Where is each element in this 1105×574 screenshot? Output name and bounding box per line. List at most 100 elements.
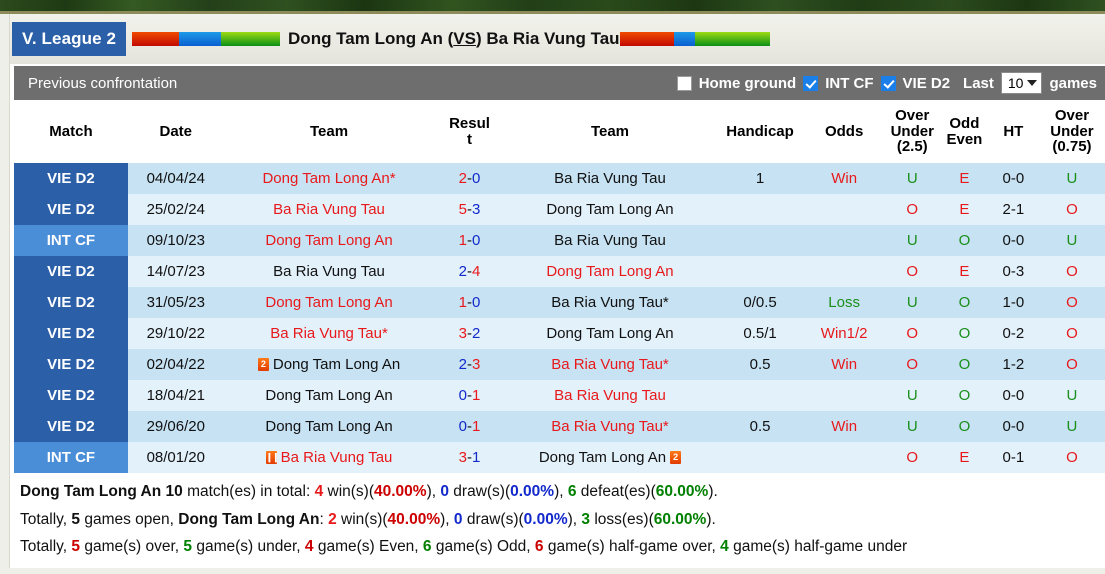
column-header-result[interactable]: Resul t — [434, 100, 505, 163]
home-ground-checkbox[interactable] — [676, 75, 692, 91]
cell-away-team[interactable]: Ba Ria Vung Tau — [504, 163, 716, 194]
cell-odd-even: O — [940, 318, 988, 349]
cell-half-time-score: 0-2 — [987, 318, 1039, 349]
summary2-sep-2: ), — [567, 510, 582, 528]
cell-over-under-25: U — [883, 225, 941, 256]
result-away-score: 0 — [472, 294, 481, 311]
cell-odds: Loss — [804, 287, 884, 318]
cell-over-under-075: O — [1038, 194, 1105, 225]
cell-away-team[interactable]: Dong Tam Long An — [504, 256, 716, 287]
match-title-close-paren: ) — [475, 29, 487, 48]
cell-odd-even: E — [940, 442, 988, 473]
cell-away-team[interactable]: Dong Tam Long An — [504, 318, 716, 349]
cell-home-team[interactable]: Ba Ria Vung Tau — [223, 256, 435, 287]
table-header-row: Match Date Team Resul t Team Handicap Od… — [14, 100, 1105, 163]
cell-away-team[interactable]: Ba Ria Vung Tau* — [504, 349, 716, 380]
cell-over-under-075: U — [1038, 380, 1105, 411]
table-row[interactable]: VIE D2 02/04/22 2 Dong Tam Long An 2-3 Ba Ria… — [14, 349, 1105, 380]
summary2-wins: 2 — [328, 510, 337, 528]
column-header-odds[interactable]: Odds — [804, 100, 884, 163]
result-home-score: 2 — [458, 263, 467, 280]
summary3-over: 5 — [71, 538, 81, 555]
table-row[interactable]: VIE D2 18/04/21 Dong Tam Long An 0-1 Ba Ria … — [14, 380, 1105, 411]
form-segment-draw — [673, 32, 695, 46]
cell-home-team[interactable]: Dong Tam Long An — [223, 411, 435, 442]
table-row[interactable]: VIE D2 04/04/24 Dong Tam Long An* 2-0 Ba Ria… — [14, 163, 1105, 194]
summary3-prefix: Totally, — [20, 538, 72, 555]
summary3-half-under-text: game(s) half-game under — [728, 538, 908, 555]
cell-date: 08/01/20 — [127, 442, 224, 473]
column-header-over-under-075[interactable]: Over Under (0.75) — [1038, 100, 1105, 163]
cell-match-type: VIE D2 — [14, 411, 128, 442]
summary-draws-pct: 0.00% — [510, 483, 555, 500]
cell-handicap: 1 — [715, 163, 805, 194]
cell-home-team[interactable]: Dong Tam Long An — [223, 380, 435, 411]
column-header-home-team[interactable]: Team — [223, 100, 435, 163]
cell-away-team[interactable]: Ba Ria Vung Tau — [504, 225, 716, 256]
cell-over-under-25: U — [883, 380, 941, 411]
table-row[interactable]: VIE D2 29/10/22 Ba Ria Vung Tau* 3-2 Dong Ta… — [14, 318, 1105, 349]
cell-odds — [804, 225, 884, 256]
cell-home-team[interactable]: ❙❙ Ba Ria Vung Tau — [223, 442, 435, 473]
column-header-away-team[interactable]: Team — [504, 100, 716, 163]
cell-away-team[interactable]: Ba Ria Vung Tau* — [504, 411, 716, 442]
red-card-icon: 2 — [670, 451, 682, 464]
result-home-score: 2 — [458, 170, 467, 187]
result-away-score: 0 — [472, 170, 481, 187]
match-title-home-team: Dong Tam Long An — [288, 29, 443, 48]
away-form-bar — [619, 32, 770, 46]
int-cf-checkbox[interactable] — [803, 75, 819, 91]
cell-half-time-score: 0-0 — [987, 380, 1039, 411]
table-row[interactable]: VIE D2 14/07/23 Ba Ria Vung Tau 2-4 Dong Tam… — [14, 256, 1105, 287]
column-header-over-under-25[interactable]: Over Under (2.5) — [883, 100, 941, 163]
cell-odd-even: E — [940, 194, 988, 225]
vie-d2-checkbox[interactable] — [880, 75, 896, 91]
cell-odds: Win — [804, 411, 884, 442]
cell-result: 1-0 — [434, 225, 505, 256]
cell-home-team[interactable]: 2 Dong Tam Long An — [223, 349, 435, 380]
previous-confrontation-toolbar: Previous confrontation Home ground INT C… — [14, 66, 1105, 100]
form-segment-win — [220, 32, 281, 46]
table-row[interactable]: VIE D2 31/05/23 Dong Tam Long An 1-0 Ba Ria … — [14, 287, 1105, 318]
league-badge[interactable]: V. League 2 — [12, 22, 127, 56]
cell-odds — [804, 380, 884, 411]
cell-result: 0-1 — [434, 411, 505, 442]
cell-home-team[interactable]: Dong Tam Long An — [223, 225, 435, 256]
column-header-match[interactable]: Match — [14, 100, 128, 163]
cell-home-team[interactable]: Dong Tam Long An — [223, 287, 435, 318]
column-header-half-time[interactable]: HT — [987, 100, 1039, 163]
summary2-end: ). — [706, 510, 716, 528]
cell-handicap — [715, 256, 805, 287]
cell-home-team[interactable]: Ba Ria Vung Tau — [223, 194, 435, 225]
summary2-prefix: Totally, — [20, 510, 72, 528]
column-header-handicap[interactable]: Handicap — [715, 100, 805, 163]
cell-handicap — [715, 442, 805, 473]
cell-home-team[interactable]: Dong Tam Long An* — [223, 163, 435, 194]
cell-home-team[interactable]: Ba Ria Vung Tau* — [223, 318, 435, 349]
cell-away-team[interactable]: Ba Ria Vung Tau — [504, 380, 716, 411]
last-games-select[interactable]: 10 — [1000, 72, 1043, 94]
cell-half-time-score: 2-1 — [987, 194, 1039, 225]
summary2-wins-pct: 40.00% — [387, 510, 441, 528]
table-row[interactable]: INT CF 09/10/23 Dong Tam Long An 1-0 Ba Ria … — [14, 225, 1105, 256]
cell-result: 3-1 — [434, 442, 505, 473]
table-row[interactable]: VIE D2 29/06/20 Dong Tam Long An 0-1 Ba Ria … — [14, 411, 1105, 442]
form-segment-loss — [619, 32, 674, 46]
double-yellow-card-icon: ❙❙ — [265, 451, 277, 464]
cell-away-team[interactable]: Dong Tam Long An — [504, 194, 716, 225]
cell-result: 1-0 — [434, 287, 505, 318]
table-row[interactable]: INT CF 08/01/20 ❙❙ Ba Ria Vung Tau 3-1 Dong T… — [14, 442, 1105, 473]
cell-date: 31/05/23 — [127, 287, 224, 318]
cell-away-team[interactable]: Dong Tam Long An 2 — [504, 442, 716, 473]
result-away-score: 3 — [472, 356, 481, 373]
cell-handicap — [715, 380, 805, 411]
vie-d2-label: VIE D2 — [902, 74, 951, 92]
cell-odd-even: O — [940, 411, 988, 442]
result-home-score: 5 — [458, 201, 467, 218]
column-header-date[interactable]: Date — [127, 100, 224, 163]
column-header-odd-even[interactable]: Odd Even — [940, 100, 988, 163]
table-row[interactable]: VIE D2 25/02/24 Ba Ria Vung Tau 5-3 Dong Tam… — [14, 194, 1105, 225]
cell-match-type: INT CF — [14, 442, 128, 473]
summary3-under: 5 — [183, 538, 193, 555]
cell-away-team[interactable]: Ba Ria Vung Tau* — [504, 287, 716, 318]
